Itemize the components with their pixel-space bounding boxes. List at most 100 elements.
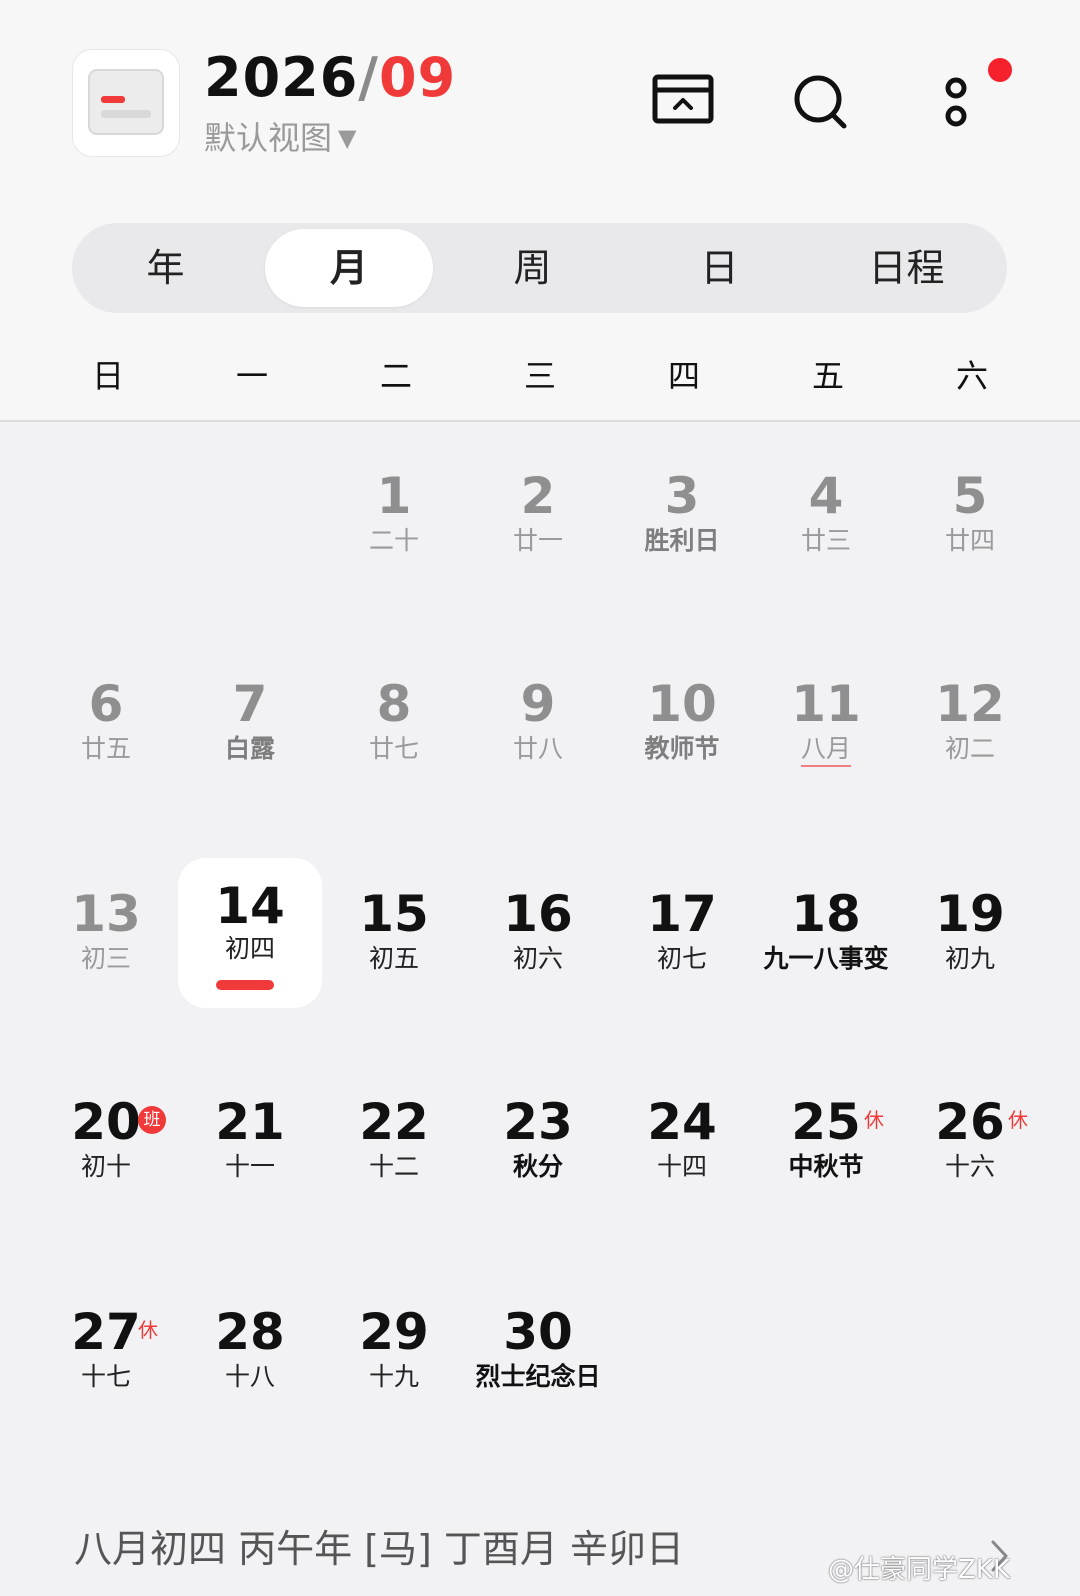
day-cell[interactable]: 8 廿七	[322, 652, 466, 802]
festival-label: 教师节	[644, 734, 720, 763]
lunar-date: 十一	[224, 1152, 275, 1181]
day-number: 18	[791, 885, 861, 943]
festival-label: 胜利日	[644, 526, 720, 555]
day-number: 22	[359, 1093, 429, 1151]
day-cell[interactable]: 21 十一	[178, 1070, 322, 1220]
festival-label: 烈士纪念日	[475, 1362, 601, 1391]
day-number: 4	[808, 467, 844, 525]
header-divider	[0, 420, 1080, 422]
today-indicator	[216, 980, 274, 990]
day-number: 21	[215, 1093, 285, 1151]
lunar-date: 廿七	[368, 734, 419, 763]
month-text: 09	[379, 46, 457, 109]
lunar-date: 廿八	[512, 734, 563, 763]
day-number: 9	[520, 675, 556, 733]
day-number: 5	[952, 467, 988, 525]
weekday-sun: 日	[91, 357, 124, 395]
day-cell[interactable]: 4 廿三	[754, 444, 898, 594]
weekday-tue: 二	[379, 357, 412, 395]
day-cell[interactable]: 28 十八	[178, 1280, 322, 1430]
festival-label: 白露	[224, 734, 275, 763]
day-number: 6	[88, 675, 124, 733]
tab-week[interactable]: 周	[439, 223, 626, 313]
weekday-mon: 一	[235, 357, 268, 395]
day-cell[interactable]: 30 烈士纪念日	[466, 1280, 610, 1430]
day-cell[interactable]: 24 十四	[610, 1070, 754, 1220]
lunar-date: 廿一	[512, 526, 563, 555]
view-label: 默认视图	[204, 119, 333, 157]
day-cell[interactable]: 10 教师节	[610, 652, 754, 802]
tab-month[interactable]: 月	[265, 229, 433, 307]
day-cell[interactable]: 5 廿四	[898, 444, 1042, 594]
day-cell[interactable]: 16 初六	[466, 862, 610, 1012]
page-title[interactable]: 2026/09	[204, 46, 456, 110]
day-number: 13	[71, 885, 141, 943]
holiday-rest-badge: 休	[864, 1108, 884, 1132]
tab-year[interactable]: 年	[72, 223, 259, 313]
today-return-icon[interactable]	[652, 70, 722, 140]
day-number: 19	[935, 885, 1005, 943]
lunar-date: 十六	[944, 1152, 995, 1181]
day-number: 23	[503, 1093, 573, 1151]
view-selector[interactable]: 默认视图 ▼	[204, 116, 356, 160]
lunar-date: 初三	[80, 944, 131, 973]
day-cell[interactable]: 6 廿五	[34, 652, 178, 802]
day-cell[interactable]: 7 白露	[178, 652, 322, 802]
tab-day[interactable]: 日	[626, 223, 813, 313]
weekday-fri: 五	[811, 357, 844, 395]
lunar-date: 初四	[224, 934, 275, 963]
lunar-date: 八月	[754, 732, 898, 767]
day-cell[interactable]: 20 初十班	[34, 1070, 178, 1220]
lunar-date: 十四	[656, 1152, 707, 1181]
lunar-date: 初七	[656, 944, 707, 973]
day-cell[interactable]: 9 廿八	[466, 652, 610, 802]
lunar-date: 十二	[368, 1152, 419, 1181]
lunar-info[interactable]: 八月初四 丙午年 [马] 丁酉月 辛卯日	[74, 1522, 684, 1576]
weekday-sat: 六	[955, 357, 988, 395]
weekday-wed: 三	[523, 357, 556, 395]
weekday-thu: 四	[667, 357, 700, 395]
day-cell[interactable]: 19 初九	[898, 862, 1042, 1012]
day-cell[interactable]: 22 十二	[322, 1070, 466, 1220]
notification-dot	[988, 58, 1012, 82]
day-cell[interactable]: 27 十七休	[34, 1280, 178, 1430]
lunar-date: 十七	[80, 1362, 131, 1391]
day-number: 28	[215, 1303, 285, 1361]
lunar-date: 二十	[368, 526, 419, 555]
calendar-app-icon[interactable]	[72, 49, 180, 157]
day-cell[interactable]: 11 八月	[754, 652, 898, 802]
holiday-rest-badge: 休	[1008, 1108, 1028, 1132]
day-number: 29	[359, 1303, 429, 1361]
workday-badge: 班	[138, 1106, 166, 1134]
search-icon[interactable]	[792, 72, 862, 142]
festival-label: 秋分	[512, 1152, 563, 1181]
day-cell[interactable]: 12 初二	[898, 652, 1042, 802]
day-cell[interactable]: 17 初七	[610, 862, 754, 1012]
day-cell[interactable]: 29 十九	[322, 1280, 466, 1430]
day-cell[interactable]: 13 初三	[34, 862, 178, 1012]
lunar-date: 廿四	[944, 526, 995, 555]
day-cell[interactable]: 23 秋分	[466, 1070, 610, 1220]
lunar-date: 初十	[80, 1152, 131, 1181]
lunar-date: 初五	[368, 944, 419, 973]
day-cell[interactable]: 3 胜利日	[610, 444, 754, 594]
more-icon[interactable]	[938, 72, 1008, 142]
tab-schedule[interactable]: 日程	[813, 223, 1000, 313]
holiday-rest-badge: 休	[138, 1318, 158, 1342]
day-cell[interactable]: 18 九一八事变	[754, 862, 898, 1012]
festival-label: 中秋节	[788, 1152, 864, 1181]
day-cell[interactable]: 1 二十	[322, 444, 466, 594]
day-cell[interactable]: 2 廿一	[466, 444, 610, 594]
day-number: 14	[215, 877, 285, 935]
day-cell-today[interactable]: 14 初四	[178, 858, 322, 1008]
day-number: 3	[664, 467, 700, 525]
view-tabs: 年 月 周 日 日程	[72, 223, 1007, 313]
day-cell[interactable]: 26 十六休	[898, 1070, 1042, 1220]
day-number: 15	[359, 885, 429, 943]
day-number: 16	[503, 885, 573, 943]
day-cell[interactable]: 25 中秋节休	[754, 1070, 898, 1220]
day-cell[interactable]: 15 初五	[322, 862, 466, 1012]
lunar-month-mark: 八月	[800, 734, 851, 767]
day-number: 2	[520, 467, 556, 525]
festival-label: 九一八事变	[763, 944, 889, 973]
